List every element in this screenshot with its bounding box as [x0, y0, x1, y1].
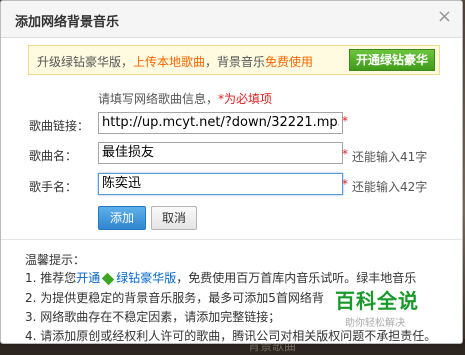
tip1-suffix: ，免费使用百万首库内音乐试听。绿丰地音乐: [176, 271, 417, 285]
song-name-input[interactable]: [98, 142, 343, 164]
open-green-diamond-button[interactable]: 开通绿钻豪华: [348, 49, 435, 71]
close-icon[interactable]: ×: [437, 7, 452, 27]
song-link-label: 歌曲链接：: [29, 119, 90, 133]
promo-banner: 升级绿钻豪华版，上传本地歌曲，背景音乐免费使用 开通绿钻豪华: [28, 45, 440, 75]
upload-local-link[interactable]: 上传本地歌曲: [133, 55, 205, 69]
form-hint: 请填写网络歌曲信息，*为必填项: [98, 90, 272, 107]
singer-required-star: *: [342, 177, 348, 191]
promo-free-text: 免费使用: [265, 55, 314, 69]
dialog-title: 添加网络背景音乐: [15, 15, 120, 30]
singer-remaining: 还能输入42字: [352, 180, 428, 194]
tip-1: 1. 推荐您开通 绿钻豪华版，免费使用百万首库内音乐试听。绿丰地音乐: [25, 269, 416, 286]
green-diamond-icon: [102, 272, 115, 285]
watermark-slogan: 助你轻松解决: [345, 318, 405, 329]
form-hint-text: 请填写网络歌曲信息，: [98, 92, 219, 106]
singer-label: 歌手名：: [29, 180, 78, 194]
divider: [1, 239, 462, 240]
tip1-open-link[interactable]: 开通: [76, 271, 100, 285]
song-link-required-star: *: [342, 114, 348, 128]
song-name-required-star: *: [342, 147, 348, 161]
watermark-logo-text: 百科全说: [335, 289, 419, 313]
promo-prefix: 升级绿钻豪华版，: [37, 55, 134, 69]
song-name-remaining: 还能输入41字: [352, 150, 428, 164]
tip-2: 2. 为提供更稳定的背景音乐服务，最多可添加5首网络背: [25, 291, 324, 305]
singer-input[interactable]: [98, 173, 343, 195]
add-button[interactable]: 添加: [98, 206, 146, 230]
tip-3: 3. 网络歌曲存在不稳定因素，请添加完整链接；: [25, 310, 281, 324]
song-link-input[interactable]: [98, 112, 343, 134]
promo-middle: ，背景音乐: [205, 55, 266, 69]
cancel-button[interactable]: 取消: [151, 206, 197, 230]
tip1-green-diamond-link[interactable]: 绿钻豪华版: [116, 271, 176, 285]
tip1-prefix: 1. 推荐您: [25, 271, 77, 285]
required-note: *为必填项: [218, 92, 273, 106]
dialog-title-bar: 添加网络背景音乐 ×: [1, 1, 462, 38]
promo-text: 升级绿钻豪华版，上传本地歌曲，背景音乐免费使用: [37, 53, 313, 70]
tip-4: 4. 请添加原创或经权利人许可的歌曲，腾讯公司对相关版权问题不承担责任。: [25, 329, 437, 343]
song-name-label: 歌曲名：: [29, 149, 78, 163]
tips-title: 温馨提示：: [25, 253, 86, 267]
watermark: 百科全说 助你轻松解决: [335, 285, 435, 329]
